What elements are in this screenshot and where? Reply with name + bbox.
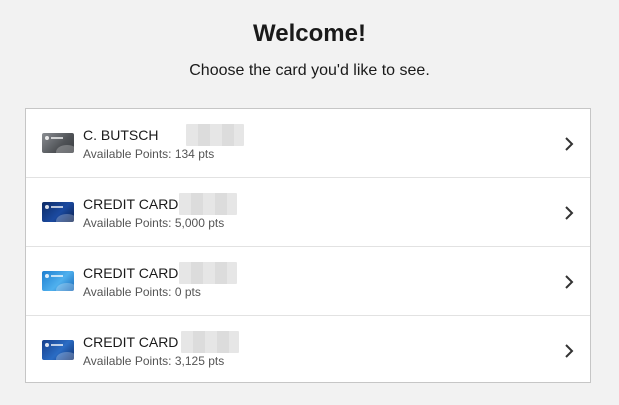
navy-card-icon (42, 202, 74, 222)
chevron-right-icon[interactable] (562, 205, 576, 221)
redacted-card-number (186, 124, 244, 146)
redacted-card-number (179, 193, 237, 215)
chevron-right-icon[interactable] (562, 343, 576, 359)
gray-card-icon (42, 133, 74, 153)
card-points: Available Points: 3,125 pts (83, 354, 225, 368)
card-name: CREDIT CARD (83, 196, 179, 212)
card-row-4[interactable]: CREDIT CARD Available Points: 3,125 pts (26, 316, 590, 385)
card-row-3[interactable]: CREDIT CARD Available Points: 0 pts (26, 247, 590, 316)
card-row-2[interactable]: CREDIT CARD Available Points: 5,000 pts (26, 178, 590, 247)
redacted-card-number (181, 331, 239, 353)
card-name: CREDIT CARD (83, 265, 179, 281)
card-list: C. BUTSCH Available Points: 134 pts CRED… (25, 108, 591, 383)
blue-card-icon (42, 271, 74, 291)
card-name: C. BUTSCH (83, 127, 159, 143)
redacted-card-number (179, 262, 237, 284)
card-row-1[interactable]: C. BUTSCH Available Points: 134 pts (26, 109, 590, 178)
card-points: Available Points: 5,000 pts (83, 216, 225, 230)
card-name: CREDIT CARD (83, 334, 179, 350)
chevron-right-icon[interactable] (562, 274, 576, 290)
navy-card-icon (42, 340, 74, 360)
page-subtitle: Choose the card you'd like to see. (189, 62, 430, 79)
chevron-right-icon[interactable] (562, 136, 576, 152)
card-selection-page: Welcome! Choose the card you'd like to s… (0, 0, 619, 405)
page-title: Welcome! (253, 20, 366, 47)
card-points: Available Points: 0 pts (83, 285, 201, 299)
card-points: Available Points: 134 pts (83, 147, 215, 161)
